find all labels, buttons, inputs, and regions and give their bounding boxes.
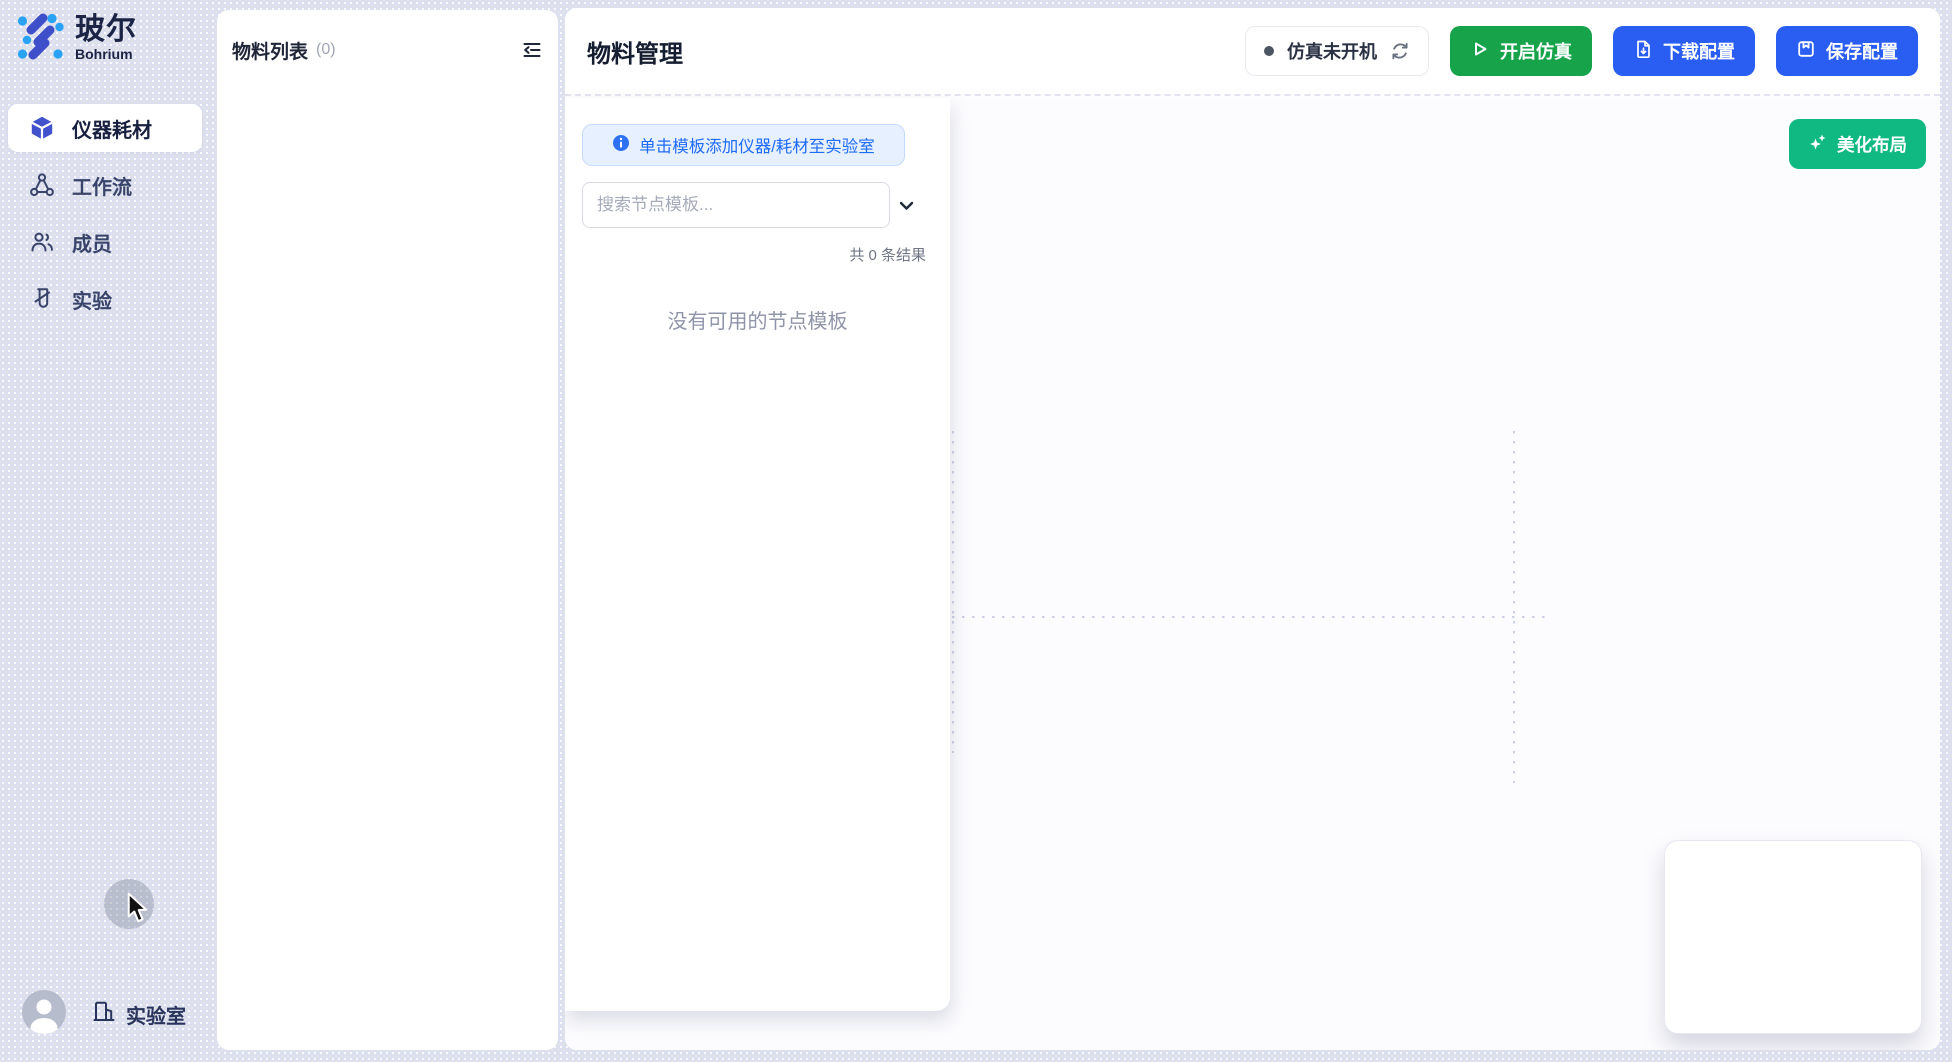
building-icon bbox=[92, 999, 116, 1029]
sidebar-nav: 仪器耗材 工作流 成员 bbox=[8, 104, 202, 332]
beautify-layout-label: 美化布局 bbox=[1837, 132, 1907, 157]
sidebar: 玻尔 Bohrium 仪器耗材 工作流 bbox=[0, 0, 215, 1062]
main-area: 物料管理 仿真未开机 bbox=[565, 8, 1940, 1050]
template-hint-text: 单击模板添加仪器/耗材至实验室 bbox=[639, 133, 875, 157]
node-template-panel: 单击模板添加仪器/耗材至实验室 共 0 条结果 没有可用的节点模板 bbox=[565, 98, 950, 1011]
members-icon bbox=[29, 229, 55, 255]
refresh-icon[interactable] bbox=[1390, 41, 1410, 61]
lab-entry[interactable]: 实验室 bbox=[92, 999, 186, 1029]
result-count: 共 0 条结果 bbox=[849, 244, 926, 265]
sidebar-item-instruments[interactable]: 仪器耗材 bbox=[8, 104, 202, 152]
simulation-status-pill: 仿真未开机 bbox=[1245, 26, 1429, 76]
page-title: 物料管理 bbox=[587, 34, 683, 69]
material-list-title: 物料列表 bbox=[232, 37, 308, 64]
collapse-panel-icon[interactable] bbox=[521, 39, 543, 61]
file-download-icon bbox=[1633, 39, 1653, 64]
start-simulation-button[interactable]: 开启仿真 bbox=[1450, 26, 1592, 76]
status-dot-icon bbox=[1264, 46, 1274, 56]
main-header: 物料管理 仿真未开机 bbox=[565, 8, 1940, 96]
canvas-guide-horizontal bbox=[952, 616, 1552, 618]
sidebar-item-label: 仪器耗材 bbox=[72, 114, 152, 143]
sidebar-item-workflow[interactable]: 工作流 bbox=[8, 161, 202, 209]
sidebar-item-label: 实验 bbox=[72, 285, 112, 314]
sidebar-footer: 实验室 bbox=[0, 990, 215, 1038]
app-root: { "colors": { "brand_indigo": "#3f4fc9",… bbox=[0, 0, 1952, 1062]
avatar[interactable] bbox=[22, 990, 66, 1034]
play-icon bbox=[1470, 39, 1490, 64]
canvas-guide-vertical bbox=[1513, 431, 1515, 783]
minimap-panel[interactable] bbox=[1664, 840, 1922, 1034]
save-config-button[interactable]: 保存配置 bbox=[1776, 26, 1918, 76]
canvas-guide-vertical bbox=[952, 431, 954, 753]
save-icon bbox=[1796, 39, 1816, 64]
material-list-count: (0) bbox=[316, 41, 336, 59]
download-config-label: 下载配置 bbox=[1663, 38, 1735, 64]
sidebar-item-members[interactable]: 成员 bbox=[8, 218, 202, 266]
lab-entry-label: 实验室 bbox=[126, 1000, 186, 1029]
sparkles-icon bbox=[1808, 132, 1828, 157]
experiment-icon bbox=[29, 286, 55, 312]
bohrium-logo-icon bbox=[16, 12, 64, 65]
sidebar-item-experiments[interactable]: 实验 bbox=[8, 275, 202, 323]
template-hint-banner: 单击模板添加仪器/耗材至实验室 bbox=[582, 124, 905, 166]
status-label: 仿真未开机 bbox=[1287, 38, 1377, 64]
sidebar-item-label: 工作流 bbox=[72, 171, 132, 200]
brand-subtitle: Bohrium bbox=[75, 46, 137, 62]
sidebar-item-label: 成员 bbox=[72, 228, 112, 257]
save-config-label: 保存配置 bbox=[1826, 38, 1898, 64]
beautify-layout-button[interactable]: 美化布局 bbox=[1789, 119, 1926, 169]
flow-canvas[interactable]: 单击模板添加仪器/耗材至实验室 共 0 条结果 没有可用的节点模板 美化布局 bbox=[565, 98, 1940, 1050]
start-simulation-label: 开启仿真 bbox=[1500, 38, 1572, 64]
cube-icon bbox=[29, 115, 55, 141]
brand-text: 玻尔 Bohrium bbox=[75, 15, 137, 62]
brand-name: 玻尔 bbox=[75, 15, 137, 46]
download-config-button[interactable]: 下载配置 bbox=[1613, 26, 1755, 76]
material-list-panel: 物料列表 (0) bbox=[217, 10, 558, 1050]
empty-template-message: 没有可用的节点模板 bbox=[565, 305, 950, 334]
workflow-icon bbox=[29, 172, 55, 198]
info-icon bbox=[612, 134, 630, 157]
chevron-down-icon[interactable] bbox=[897, 196, 916, 215]
header-actions: 仿真未开机 开启仿真 bbox=[1245, 26, 1918, 76]
mouse-cursor-icon bbox=[125, 892, 151, 929]
search-node-template-input[interactable] bbox=[582, 182, 890, 228]
brand-logo[interactable]: 玻尔 Bohrium bbox=[16, 12, 137, 65]
material-list-header: 物料列表 (0) bbox=[217, 10, 558, 90]
